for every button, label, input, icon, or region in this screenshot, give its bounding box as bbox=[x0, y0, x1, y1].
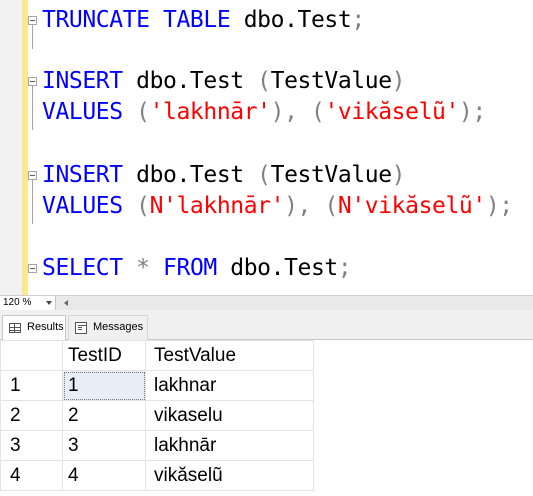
code-token-kw: TABLE bbox=[163, 7, 231, 33]
grid-icon bbox=[9, 323, 21, 333]
code-token-kw: INSERT bbox=[42, 68, 123, 94]
change-margin bbox=[22, 0, 28, 295]
code-token-st: N'vikăselũ' bbox=[337, 193, 486, 219]
code-token-id: TestValue bbox=[270, 162, 392, 188]
editor-status-strip: 120 % bbox=[0, 295, 533, 310]
cell-testvalue[interactable]: vikaselu bbox=[145, 400, 314, 431]
code-token-id bbox=[298, 99, 311, 125]
code-token-kw: VALUES bbox=[42, 99, 123, 125]
column-header-testid[interactable]: TestID bbox=[62, 340, 146, 371]
cell-testid[interactable]: 1 bbox=[62, 370, 146, 401]
fold-line bbox=[32, 180, 33, 224]
table-row: 2 2 vikaselu bbox=[0, 400, 314, 431]
code-token-id bbox=[150, 255, 163, 281]
table-row: 4 4 vikăselũ bbox=[0, 460, 314, 491]
code-token-gr: ) bbox=[391, 68, 406, 94]
code-line-truncate[interactable]: TRUNCATE TABLE dbo.Test; bbox=[42, 5, 365, 36]
query-editor[interactable]: TRUNCATE TABLE dbo.Test; INSERT dbo.Test… bbox=[0, 0, 533, 295]
table-row: 3 3 lakhnār bbox=[0, 430, 314, 461]
code-line-insert-2[interactable]: INSERT dbo.Test (TestValue) bbox=[42, 160, 406, 191]
code-token-id: dbo.Test bbox=[216, 255, 338, 281]
code-token-id: dbo.Test bbox=[122, 68, 258, 94]
cell-testvalue[interactable]: lakhnar bbox=[145, 370, 314, 401]
code-token-id bbox=[311, 193, 324, 219]
row-number[interactable]: 4 bbox=[0, 460, 63, 491]
cell-testid[interactable]: 4 bbox=[62, 460, 146, 491]
code-line-select[interactable]: SELECT * FROM dbo.Test; bbox=[42, 253, 352, 284]
code-token-gr: ), bbox=[284, 193, 311, 219]
code-token-id: TestValue bbox=[270, 68, 392, 94]
code-token-gr: ( bbox=[310, 99, 325, 125]
results-grid[interactable]: TestID TestValue 1 1 lakhnar 2 2 vikasel… bbox=[0, 340, 533, 496]
code-token-gr: ) bbox=[391, 162, 406, 188]
cell-testid[interactable]: 3 bbox=[62, 430, 146, 461]
column-header-testvalue[interactable]: TestValue bbox=[145, 340, 314, 371]
tab-results-label: Results bbox=[27, 321, 64, 333]
code-token-gr: ( bbox=[136, 193, 150, 219]
cell-testvalue[interactable]: lakhnār bbox=[145, 430, 314, 461]
code-token-gr: ; bbox=[351, 7, 365, 33]
fold-line bbox=[32, 86, 33, 130]
code-token-id bbox=[123, 255, 136, 281]
editor-gutter bbox=[0, 0, 22, 295]
code-token-gr: ; bbox=[337, 255, 352, 281]
code-line-insert-1[interactable]: INSERT dbo.Test (TestValue) bbox=[42, 66, 406, 97]
code-token-id bbox=[150, 7, 163, 33]
code-token-kw: SELECT bbox=[42, 255, 123, 281]
code-token-gr: ( bbox=[257, 68, 271, 94]
zoom-dropdown[interactable]: 120 % bbox=[0, 296, 56, 310]
collapse-icon[interactable] bbox=[28, 171, 37, 180]
code-token-st: 'vikăselũ' bbox=[324, 99, 459, 125]
code-token-kw: INSERT bbox=[42, 162, 123, 188]
code-token-gr: ); bbox=[485, 193, 513, 219]
row-number-header[interactable] bbox=[0, 340, 63, 371]
code-token-id: dbo.Test bbox=[230, 7, 352, 33]
code-token-st: N'lakhnār' bbox=[149, 193, 285, 219]
collapse-icon[interactable] bbox=[28, 16, 37, 25]
results-tabbar: Results Messages bbox=[0, 310, 533, 340]
table-row: 1 1 lakhnar bbox=[0, 370, 314, 401]
code-token-gr: ( bbox=[136, 99, 150, 125]
code-token-gr: ( bbox=[324, 193, 338, 219]
table-header-row: TestID TestValue bbox=[0, 340, 314, 371]
tab-results[interactable]: Results bbox=[2, 315, 66, 340]
code-token-gr: ( bbox=[257, 162, 271, 188]
chevron-down-icon bbox=[46, 301, 52, 305]
code-token-kw: TRUNCATE bbox=[42, 7, 150, 33]
row-number[interactable]: 3 bbox=[0, 430, 63, 461]
code-token-gr: * bbox=[136, 255, 150, 281]
code-token-st: 'lakhnār' bbox=[149, 99, 271, 125]
code-token-kw: VALUES bbox=[42, 193, 123, 219]
code-line-values-1[interactable]: VALUES ('lakhnār'), ('vikăselũ'); bbox=[42, 97, 486, 128]
code-line-values-2[interactable]: VALUES (N'lakhnār'), (N'vikăselũ'); bbox=[42, 191, 513, 222]
messages-icon bbox=[75, 322, 87, 334]
code-token-gr: ); bbox=[458, 99, 486, 125]
code-token-id bbox=[123, 99, 136, 125]
collapse-icon[interactable] bbox=[28, 264, 37, 273]
code-token-gr: ), bbox=[270, 99, 298, 125]
tab-messages-label: Messages bbox=[93, 321, 144, 333]
scroll-left-icon[interactable] bbox=[64, 300, 68, 306]
cell-testvalue[interactable]: vikăselũ bbox=[145, 460, 314, 491]
row-number[interactable]: 1 bbox=[0, 370, 63, 401]
cell-testid[interactable]: 2 bbox=[62, 400, 146, 431]
results-table: TestID TestValue 1 1 lakhnar 2 2 vikasel… bbox=[0, 340, 314, 491]
tab-messages[interactable]: Messages bbox=[68, 315, 148, 340]
collapse-icon[interactable] bbox=[28, 77, 37, 86]
zoom-level: 120 % bbox=[3, 297, 32, 308]
code-token-kw: FROM bbox=[163, 255, 217, 281]
row-number[interactable]: 2 bbox=[0, 400, 63, 431]
fold-line bbox=[32, 25, 33, 49]
code-token-id bbox=[123, 193, 136, 219]
code-token-id: dbo.Test bbox=[122, 162, 258, 188]
